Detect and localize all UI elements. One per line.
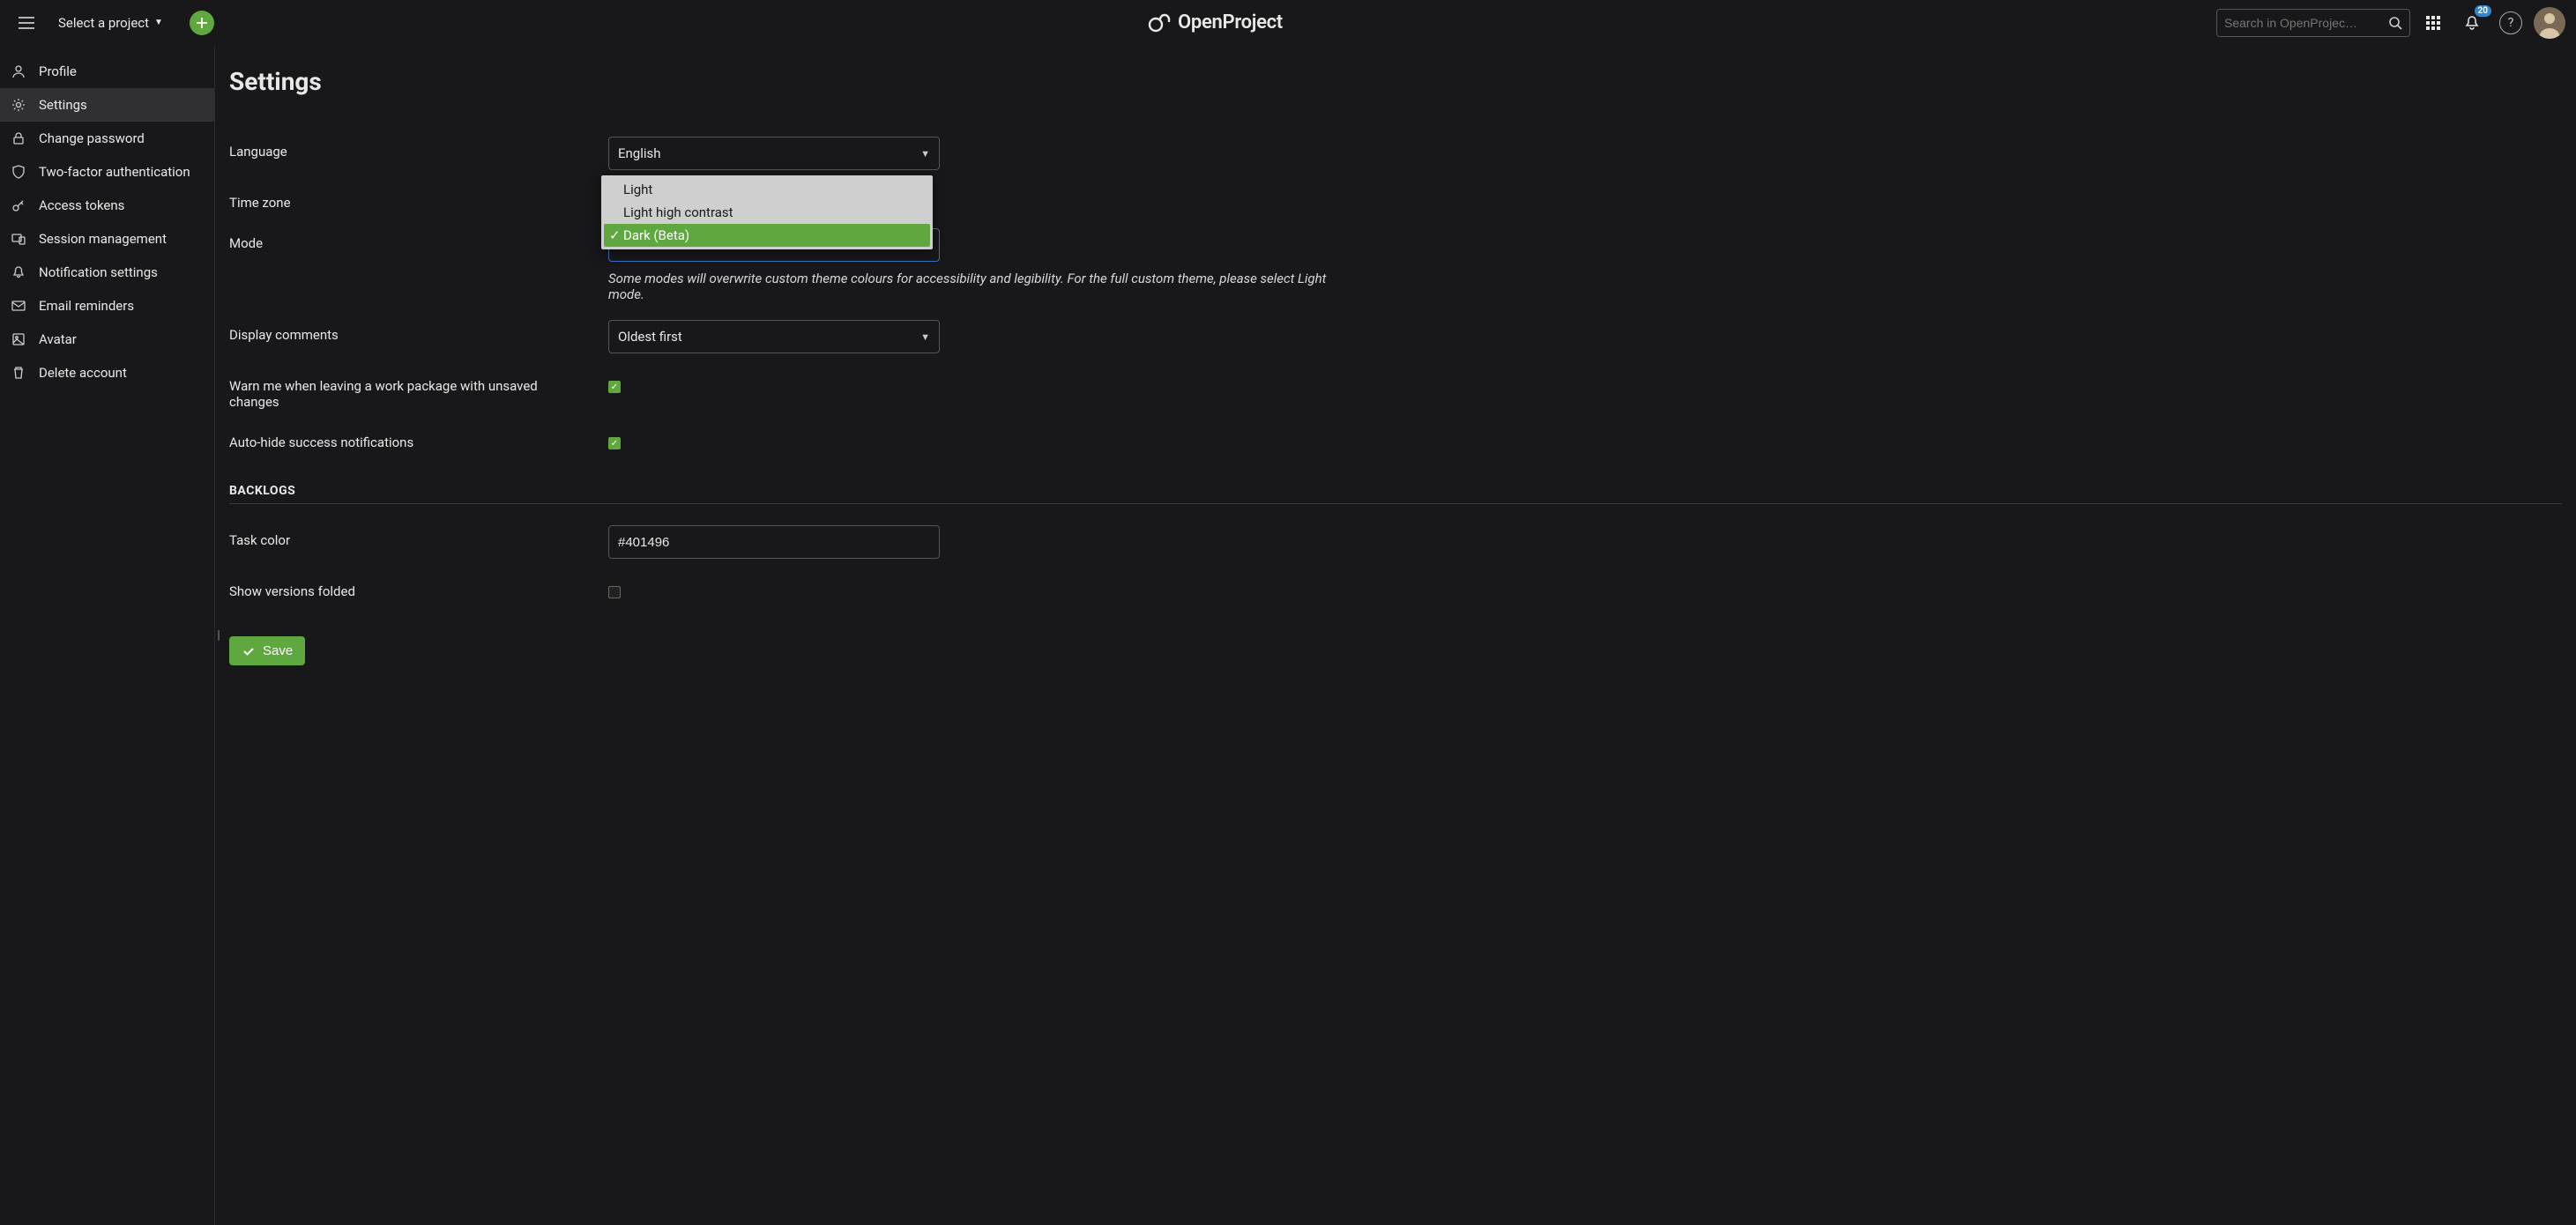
sidebar-item-two-factor[interactable]: Two-factor authentication	[0, 155, 214, 189]
logo[interactable]: OpenProject	[221, 11, 2209, 34]
sidebar-item-access-tokens[interactable]: Access tokens	[0, 189, 214, 222]
search-input[interactable]	[2224, 16, 2388, 30]
sidebar-item-label: Access tokens	[39, 197, 124, 213]
bell-icon	[11, 264, 26, 280]
show-folded-checkbox[interactable]	[608, 586, 621, 598]
image-icon	[11, 331, 26, 347]
backlogs-section-title: BACKLOGS	[229, 484, 2562, 498]
task-color-input[interactable]	[608, 525, 940, 559]
save-button[interactable]: Save	[229, 636, 305, 665]
sidebar-item-label: Session management	[39, 231, 167, 247]
task-color-label: Task color	[229, 525, 608, 548]
display-comments-select[interactable]: Oldest first ▼	[608, 320, 940, 353]
sidebar-item-label: Notification settings	[39, 264, 158, 280]
plus-icon	[196, 17, 208, 29]
sidebar-resize-handle[interactable]: ||	[217, 628, 218, 642]
help-icon: ?	[2499, 11, 2522, 34]
sidebar-item-label: Change password	[39, 130, 145, 146]
caret-down-icon: ▼	[920, 331, 930, 343]
check-icon: ✓	[611, 439, 618, 449]
bell-icon	[2464, 15, 2480, 31]
sidebar-item-label: Delete account	[39, 365, 127, 381]
autohide-checkbox[interactable]: ✓	[608, 437, 621, 449]
language-value: English	[618, 145, 661, 161]
mode-option-dark[interactable]: Dark (Beta)	[604, 224, 930, 247]
sidebar-item-session-management[interactable]: Session management	[0, 222, 214, 256]
sidebar-item-profile[interactable]: Profile	[0, 55, 214, 88]
sidebar-item-label: Settings	[39, 97, 87, 113]
modules-button[interactable]	[2417, 7, 2449, 39]
lock-icon	[11, 130, 26, 146]
grid-icon	[2426, 16, 2440, 30]
avatar[interactable]	[2534, 7, 2565, 39]
mode-dropdown: Light Light high contrast Dark (Beta)	[601, 175, 933, 249]
sidebar-item-label: Email reminders	[39, 298, 134, 314]
sidebar-item-label: Profile	[39, 63, 77, 79]
avatar-icon	[2534, 7, 2565, 39]
timezone-label: Time zone	[229, 188, 608, 211]
check-icon: ✓	[611, 382, 618, 392]
help-button[interactable]: ?	[2495, 7, 2527, 39]
caret-down-icon: ▼	[154, 18, 163, 27]
notifications-button[interactable]: 20	[2456, 7, 2488, 39]
project-selector-label: Select a project	[58, 15, 149, 31]
trash-icon	[11, 365, 26, 381]
logo-text: OpenProject	[1178, 11, 1283, 33]
sidebar-item-notification-settings[interactable]: Notification settings	[0, 256, 214, 289]
sidebar-item-change-password[interactable]: Change password	[0, 122, 214, 155]
sidebar-item-label: Two-factor authentication	[39, 164, 190, 180]
search-icon	[2388, 16, 2402, 30]
sidebar-item-label: Avatar	[39, 331, 77, 347]
warn-label: Warn me when leaving a work package with…	[229, 371, 564, 410]
openproject-icon	[1148, 11, 1171, 34]
check-icon	[242, 644, 256, 658]
sidebar-item-avatar[interactable]: Avatar	[0, 323, 214, 356]
main-content: Settings Language English ▼ Time zone Mo…	[215, 46, 2576, 1225]
mode-option-light[interactable]: Light	[604, 178, 930, 201]
top-header: Select a project ▼ OpenProject 20 ?	[0, 0, 2576, 46]
gear-icon	[11, 97, 26, 113]
display-comments-value: Oldest first	[618, 329, 682, 345]
sidebar: Profile Settings Change password Two-fac…	[0, 46, 215, 1225]
sidebar-item-email-reminders[interactable]: Email reminders	[0, 289, 214, 323]
sidebar-item-delete-account[interactable]: Delete account	[0, 356, 214, 390]
mail-icon	[11, 298, 26, 314]
warn-checkbox[interactable]: ✓	[608, 381, 621, 393]
save-button-label: Save	[263, 643, 293, 658]
display-comments-label: Display comments	[229, 320, 608, 343]
page-title: Settings	[229, 67, 2562, 96]
mode-option-light-high-contrast[interactable]: Light high contrast	[604, 201, 930, 224]
mode-label: Mode	[229, 228, 608, 251]
notification-badge: 20	[2475, 5, 2491, 17]
search-box[interactable]	[2216, 9, 2410, 37]
devices-icon	[11, 231, 26, 247]
hamburger-icon	[19, 17, 34, 29]
sidebar-item-settings[interactable]: Settings	[0, 88, 214, 122]
menu-toggle[interactable]	[11, 7, 42, 39]
autohide-label: Auto-hide success notifications	[229, 427, 608, 450]
user-icon	[11, 63, 26, 79]
mode-help-text: Some modes will overwrite custom theme c…	[608, 271, 1349, 302]
section-divider	[229, 503, 2562, 504]
caret-down-icon: ▼	[920, 148, 930, 160]
language-label: Language	[229, 137, 608, 160]
project-selector[interactable]: Select a project ▼	[49, 10, 172, 36]
shield-icon	[11, 164, 26, 180]
key-icon	[11, 197, 26, 213]
quick-add-button[interactable]	[190, 11, 214, 35]
language-select[interactable]: English ▼	[608, 137, 940, 170]
show-folded-label: Show versions folded	[229, 576, 608, 599]
